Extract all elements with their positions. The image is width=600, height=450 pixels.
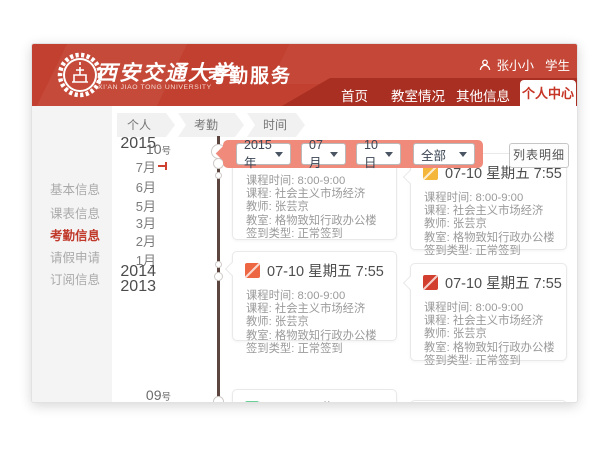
attendance-card: 07-09 星期四 7:55 xyxy=(232,389,397,403)
timeline-month-label: 3月 xyxy=(92,213,156,232)
breadcrumb-item-timeline[interactable]: 时间轴 xyxy=(247,113,305,137)
field-value: 正常签到 xyxy=(475,355,520,367)
chevron-down-icon xyxy=(275,152,283,157)
timeline-month-label: 6月 xyxy=(92,177,156,196)
attendance-portal-window: 西安交通大学 XI'AN JIAO TONG UNIVERSITY 考勤服务 张… xyxy=(31,43,578,403)
timeline-node xyxy=(214,272,223,281)
list-detail-button[interactable]: 列表明细 xyxy=(509,143,569,168)
card-field: 课程时间8:00-9:00 xyxy=(424,299,566,312)
breadcrumb-item-personal-center[interactable]: 个人中心 xyxy=(117,113,175,137)
current-month-marker xyxy=(158,165,165,167)
card-field: 教师张芸京 xyxy=(424,325,566,338)
card-field: 课程社会主义市场经济 xyxy=(424,202,566,215)
timeline-node xyxy=(215,172,222,179)
attendance-status-icon xyxy=(245,263,260,278)
type-dropdown-value: 全部 xyxy=(421,145,446,164)
card-field: 教师张芸京 xyxy=(424,215,566,228)
card-field: 教师张芸京 xyxy=(246,313,396,326)
field-label: 签到类型 xyxy=(424,245,475,257)
timeline-node xyxy=(215,261,222,268)
attendance-card: 07-10 星期五 7:55 课程时间8:00-9:00 课程社会主义市场经济 … xyxy=(232,251,397,341)
card-field: 教师张芸京 xyxy=(246,198,396,211)
card-field: 课程社会主义市场经济 xyxy=(424,312,566,325)
year-dropdown[interactable]: 2015年 xyxy=(236,143,291,165)
card-field: 课程社会主义市场经济 xyxy=(246,185,396,198)
month-dropdown[interactable]: 07月 xyxy=(301,143,346,165)
nav-tab-personal-center[interactable]: 个人中心 xyxy=(520,80,576,106)
card-field: 教室格物致知行政办公楼 xyxy=(246,327,396,340)
card-field: 课程时间8:00-9:00 xyxy=(246,172,396,185)
card-field: 课程时间8:00-9:00 xyxy=(424,189,566,202)
card-field: 课程社会主义市场经济 xyxy=(246,300,396,313)
day-dropdown-value: 10日 xyxy=(364,138,385,171)
chevron-down-icon xyxy=(330,152,338,157)
year-dropdown-value: 2015年 xyxy=(244,138,275,171)
field-label: 签到类型 xyxy=(424,355,475,367)
user-info[interactable]: 张小小 学生 xyxy=(479,55,570,74)
month-dropdown-value: 07月 xyxy=(309,138,330,171)
field-label: 签到类型 xyxy=(246,343,297,355)
day-marker-09: 09号 xyxy=(127,387,171,403)
attendance-card-partial xyxy=(410,400,567,403)
card-date: 07-10 星期五 7:55 xyxy=(445,272,562,293)
card-date: 07-09 星期四 7:55 xyxy=(267,398,384,403)
timeline-year-label: 2013 xyxy=(92,278,156,296)
attendance-status-icon xyxy=(423,275,438,290)
user-icon xyxy=(479,59,491,71)
card-field: 教室格物致知行政办公楼 xyxy=(424,229,566,242)
type-dropdown[interactable]: 全部 xyxy=(413,143,475,165)
card-date: 07-10 星期五 7:55 xyxy=(267,260,384,281)
field-value: 正常签到 xyxy=(475,245,520,257)
card-field: 教室格物致知行政办公楼 xyxy=(424,339,566,352)
university-name-en: XI'AN JIAO TONG UNIVERSITY xyxy=(98,84,212,91)
field-value: 正常签到 xyxy=(297,343,342,355)
chevron-down-icon xyxy=(459,152,467,157)
nav-item-other-info[interactable]: 其他信息 xyxy=(456,85,510,105)
user-role: 学生 xyxy=(545,55,570,74)
card-field: 教室格物致知行政办公楼 xyxy=(246,212,396,225)
day-dropdown[interactable]: 10日 xyxy=(356,143,401,165)
stage: 西安交通大学 XI'AN JIAO TONG UNIVERSITY 考勤服务 张… xyxy=(0,0,600,450)
day-marker-10: 10号 xyxy=(127,141,171,157)
chevron-down-icon xyxy=(385,152,393,157)
nav-item-classroom[interactable]: 教室情况 xyxy=(391,85,445,105)
attendance-status-icon xyxy=(245,401,260,403)
attendance-card: 07-10 星期五 7:55 课程时间8:00-9:00 课程社会主义市场经济 … xyxy=(410,263,567,361)
card-field: 课程时间8:00-9:00 xyxy=(246,287,396,300)
timeline-month-label: 7月 xyxy=(92,157,156,176)
field-label: 签到类型 xyxy=(246,228,297,240)
breadcrumb-item-attendance-info[interactable]: 考勤信息 xyxy=(178,113,244,137)
filter-bar: 2015年 07月 10日 全部 xyxy=(223,140,483,168)
app-title: 考勤服务 xyxy=(208,61,292,88)
timeline-month-label: 2月 xyxy=(92,231,156,250)
nav-item-home[interactable]: 首页 xyxy=(341,85,368,105)
user-name: 张小小 xyxy=(496,55,534,74)
timeline-node xyxy=(213,396,224,403)
header: 西安交通大学 XI'AN JIAO TONG UNIVERSITY 考勤服务 张… xyxy=(32,44,577,106)
field-value: 正常签到 xyxy=(297,228,342,240)
